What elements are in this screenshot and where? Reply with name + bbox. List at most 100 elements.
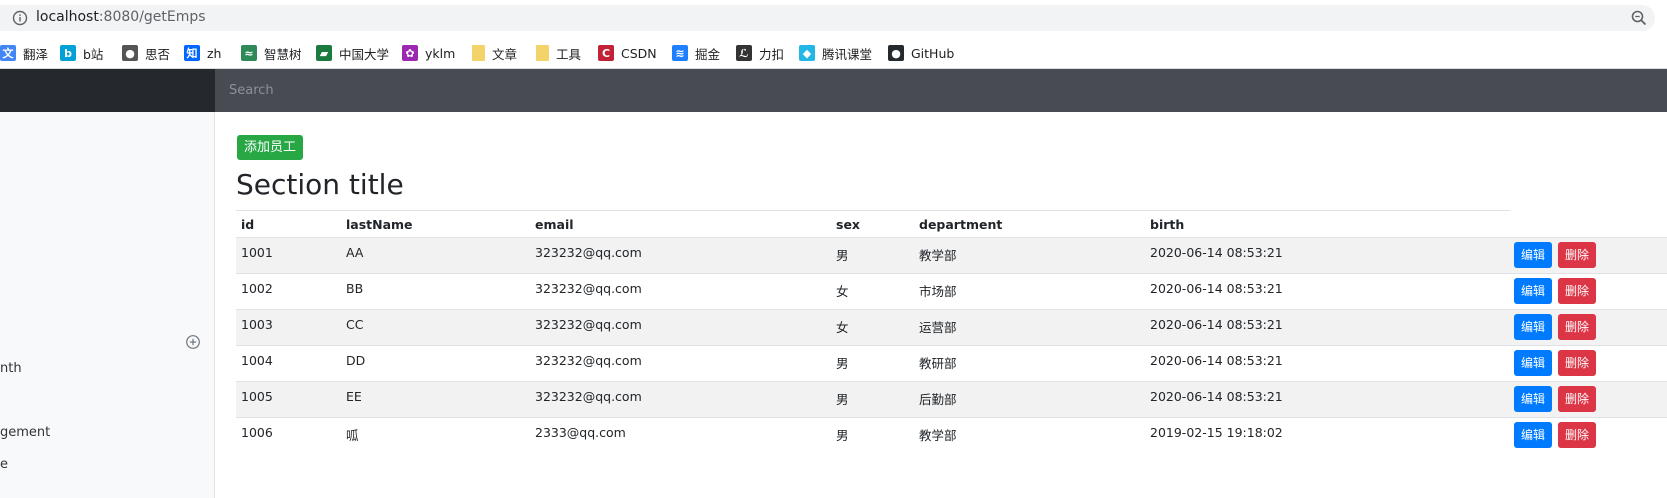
bookmark-label: 中国大学 bbox=[339, 46, 390, 62]
bookmark-label: 掘金 bbox=[695, 46, 721, 62]
info-icon[interactable] bbox=[12, 10, 28, 26]
bookmarks-bar: 文翻泽 b b站 ● 思否知 zh ≈ 智慧树 ▰ 中国大学 ✿ yklm 文章 工具 C CSDN ≋ 掘金 ℒ 力… bbox=[0, 38, 1667, 69]
tencent-class-icon: ◆ bbox=[799, 45, 815, 61]
table-row: 1001 AA 323232@qq.com 男 教学部 2020-06-14 08:53:… bbox=[236, 237, 1667, 274]
translate-icon: 文 bbox=[0, 45, 16, 61]
bookmark-6[interactable]: ✿ yklm bbox=[402, 43, 455, 63]
cell-birth: 2020-06-14 08:53:21 bbox=[1150, 281, 1283, 296]
cell-id: 1004 bbox=[241, 353, 273, 368]
zhihuishu-icon: ≈ bbox=[241, 45, 257, 61]
bookmark-3[interactable]: 知 zh bbox=[184, 43, 221, 63]
bookmark-0[interactable]: 文翻泽 bbox=[0, 43, 48, 63]
delete-button[interactable]: 删除 bbox=[1558, 314, 1597, 340]
cell-department: 市场部 bbox=[919, 284, 957, 299]
globe-icon: ● bbox=[122, 45, 138, 61]
bookmark-9[interactable]: C CSDN bbox=[598, 43, 657, 63]
bookmark-1[interactable]: b b站 bbox=[60, 43, 103, 63]
bookmark-label: 腾讯课堂 bbox=[822, 46, 873, 62]
bookmark-label: CSDN bbox=[621, 45, 657, 61]
header-department: department bbox=[919, 217, 1003, 232]
sidebar-item-sale[interactable]: e bbox=[0, 457, 8, 472]
search-input[interactable] bbox=[215, 69, 1667, 112]
csdn-icon: C bbox=[598, 45, 614, 61]
add-employee-button[interactable]: 添加员工 bbox=[237, 135, 304, 160]
header-lastname: lastName bbox=[346, 217, 413, 232]
cell-lastname: 呱 bbox=[346, 428, 359, 443]
cell-lastname: CC bbox=[346, 317, 364, 332]
section-title: Section title bbox=[236, 168, 404, 201]
edit-button[interactable]: 编辑 bbox=[1514, 350, 1553, 376]
bookmark-5[interactable]: ▰ 中国大学 bbox=[316, 43, 389, 63]
cell-email: 323232@qq.com bbox=[535, 353, 642, 368]
juejin-icon: ≋ bbox=[672, 45, 688, 61]
bookmark-4[interactable]: ≈ 智慧树 bbox=[241, 43, 302, 63]
url-host: localhost bbox=[36, 9, 99, 25]
cell-id: 1006 bbox=[241, 425, 273, 440]
bilibili-icon: b bbox=[60, 45, 76, 61]
table-header: id lastName email sex department birth bbox=[236, 211, 1510, 240]
folder-icon bbox=[472, 45, 485, 61]
delete-button[interactable]: 删除 bbox=[1558, 386, 1597, 412]
cell-lastname: DD bbox=[346, 353, 366, 368]
bookmark-12[interactable]: ◆ 腾讯课堂 bbox=[799, 43, 872, 63]
bookmark-2[interactable]: ● 思否 bbox=[122, 43, 170, 63]
cell-sex: 男 bbox=[836, 248, 849, 263]
header-id: id bbox=[241, 217, 255, 232]
table-row: 1006 呱 2333@qq.com 男 教学部 2019-02-15 19:18:02 编… bbox=[236, 417, 1667, 454]
cell-sex: 男 bbox=[836, 356, 849, 371]
delete-button[interactable]: 删除 bbox=[1558, 278, 1597, 304]
sidebar-item-management[interactable]: gement bbox=[0, 425, 50, 440]
header-email: email bbox=[535, 217, 574, 232]
cell-lastname: AA bbox=[346, 245, 364, 260]
table-row: 1003 CC 323232@qq.com 女 运营部 2020-06-14 08:53:… bbox=[236, 309, 1667, 346]
edit-button[interactable]: 编辑 bbox=[1514, 422, 1553, 448]
cell-id: 1003 bbox=[241, 317, 273, 332]
mooc-icon: ▰ bbox=[316, 45, 332, 61]
cell-email: 323232@qq.com bbox=[535, 281, 642, 296]
cell-department: 运营部 bbox=[919, 320, 957, 335]
edit-button[interactable]: 编辑 bbox=[1514, 386, 1553, 412]
cell-department: 教学部 bbox=[919, 428, 957, 443]
bookmark-11[interactable]: ℒ 力扣 bbox=[736, 43, 784, 63]
edit-button[interactable]: 编辑 bbox=[1514, 242, 1553, 268]
cell-id: 1005 bbox=[241, 389, 273, 404]
sidebar-item-month[interactable]: nth bbox=[0, 361, 22, 376]
add-circle-icon[interactable] bbox=[185, 334, 201, 350]
bookmark-label: 文章 bbox=[492, 46, 518, 62]
cell-sex: 男 bbox=[836, 428, 849, 443]
bookmark-13[interactable]: ● GitHub bbox=[888, 43, 954, 63]
delete-button[interactable]: 删除 bbox=[1558, 242, 1597, 268]
bookmark-label: GitHub bbox=[911, 45, 955, 61]
table-row: 1005 EE 323232@qq.com 男 后勤部 2020-06-14 08:53:… bbox=[236, 381, 1667, 418]
yklm-icon: ✿ bbox=[402, 45, 418, 61]
bookmark-7[interactable]: 文章 bbox=[472, 43, 517, 63]
cell-lastname: BB bbox=[346, 281, 364, 296]
delete-button[interactable]: 删除 bbox=[1558, 350, 1597, 376]
cell-department: 教研部 bbox=[919, 356, 957, 371]
browser-address-bar: localhost:8080/getEmps bbox=[0, 0, 1667, 38]
bookmark-label: 思否 bbox=[145, 46, 171, 62]
table-row: 1004 DD 323232@qq.com 男 教研部 2020-06-14 08:53:… bbox=[236, 345, 1667, 382]
zhihu-icon: 知 bbox=[184, 45, 200, 61]
url-text[interactable]: localhost:8080/getEmps bbox=[36, 9, 206, 25]
bookmark-10[interactable]: ≋ 掘金 bbox=[672, 43, 720, 63]
edit-button[interactable]: 编辑 bbox=[1514, 314, 1553, 340]
navbar-brand[interactable] bbox=[0, 69, 215, 112]
cell-sex: 男 bbox=[836, 392, 849, 407]
cell-birth: 2019-02-15 19:18:02 bbox=[1150, 425, 1283, 440]
zoom-icon[interactable] bbox=[1630, 9, 1648, 27]
edit-button[interactable]: 编辑 bbox=[1514, 278, 1553, 304]
cell-birth: 2020-06-14 08:53:21 bbox=[1150, 389, 1283, 404]
bookmark-label: 工具 bbox=[556, 46, 582, 62]
delete-button[interactable]: 删除 bbox=[1558, 422, 1597, 448]
cell-email: 2333@qq.com bbox=[535, 425, 626, 440]
cell-birth: 2020-06-14 08:53:21 bbox=[1150, 245, 1283, 260]
url-field[interactable]: localhost:8080/getEmps bbox=[0, 5, 1655, 31]
url-path: :8080/getEmps bbox=[98, 9, 206, 25]
cell-email: 323232@qq.com bbox=[535, 317, 642, 332]
cell-id: 1002 bbox=[241, 281, 273, 296]
header-birth: birth bbox=[1150, 217, 1185, 232]
cell-department: 后勤部 bbox=[919, 392, 957, 407]
bookmark-8[interactable]: 工具 bbox=[536, 43, 581, 63]
bookmark-label: zh bbox=[207, 45, 222, 61]
